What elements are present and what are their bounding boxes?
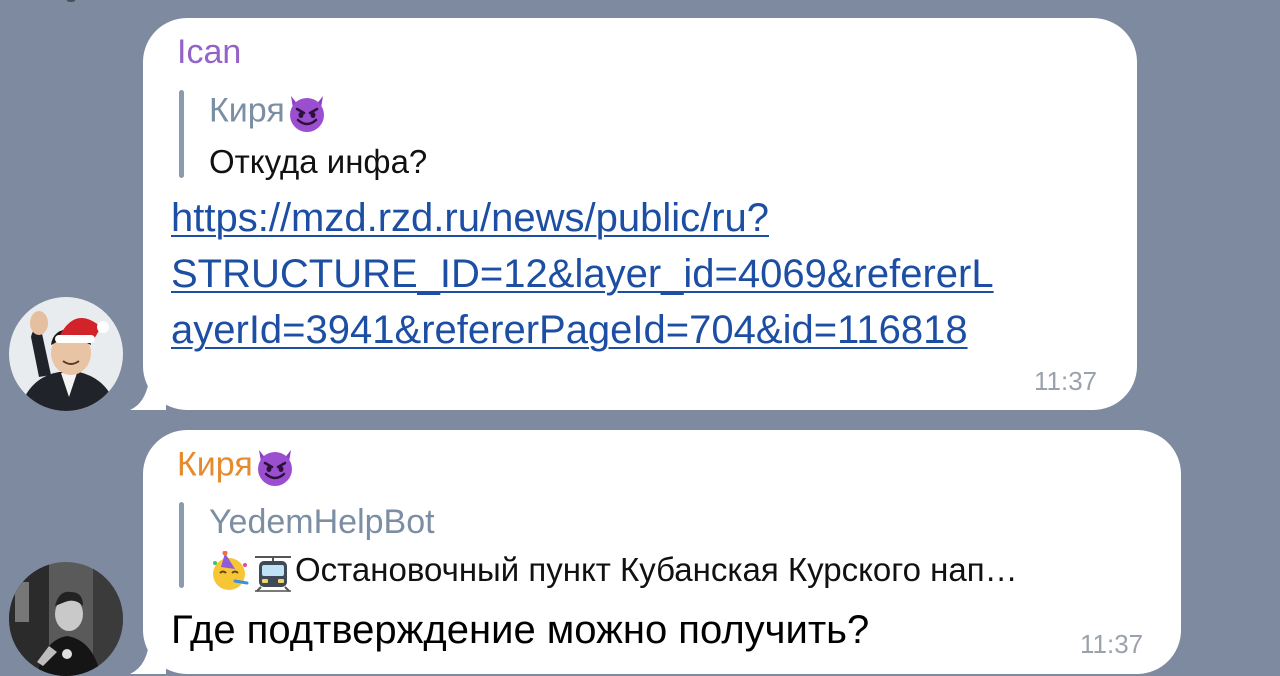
reply-author: YedemHelpBot: [209, 503, 435, 541]
message-bubble[interactable]: Киря YedemHelpBot Остановочный пункт Куб…: [143, 430, 1181, 674]
avatar-image: [9, 562, 123, 676]
message-time: 11:37: [1080, 629, 1144, 659]
message-2[interactable]: Киря YedemHelpBot Остановочный пункт Куб…: [0, 0, 1280, 676]
reply-text: Остановочный пункт Кубанская Курского на…: [295, 551, 1018, 588]
tram-icon: [251, 551, 295, 594]
reply-quote-bar: [179, 502, 184, 588]
sender-name[interactable]: Киря: [177, 444, 297, 489]
devil-face-icon: [253, 444, 297, 489]
chat-history[interactable]: Ican Киря Откуда инфа? https://mzd.rzd.r…: [0, 0, 1280, 676]
message-text: Где подтверждение можно получить?: [171, 608, 870, 652]
party-face-icon: [209, 550, 251, 594]
reply-text-row: Остановочный пункт Кубанская Курского на…: [209, 550, 1018, 594]
reply-preview[interactable]: YedemHelpBot Остановочный пункт Кубанска…: [179, 502, 1159, 592]
sender-name-text[interactable]: Киря: [177, 445, 253, 483]
sender-avatar-kirya[interactable]: [9, 562, 123, 676]
